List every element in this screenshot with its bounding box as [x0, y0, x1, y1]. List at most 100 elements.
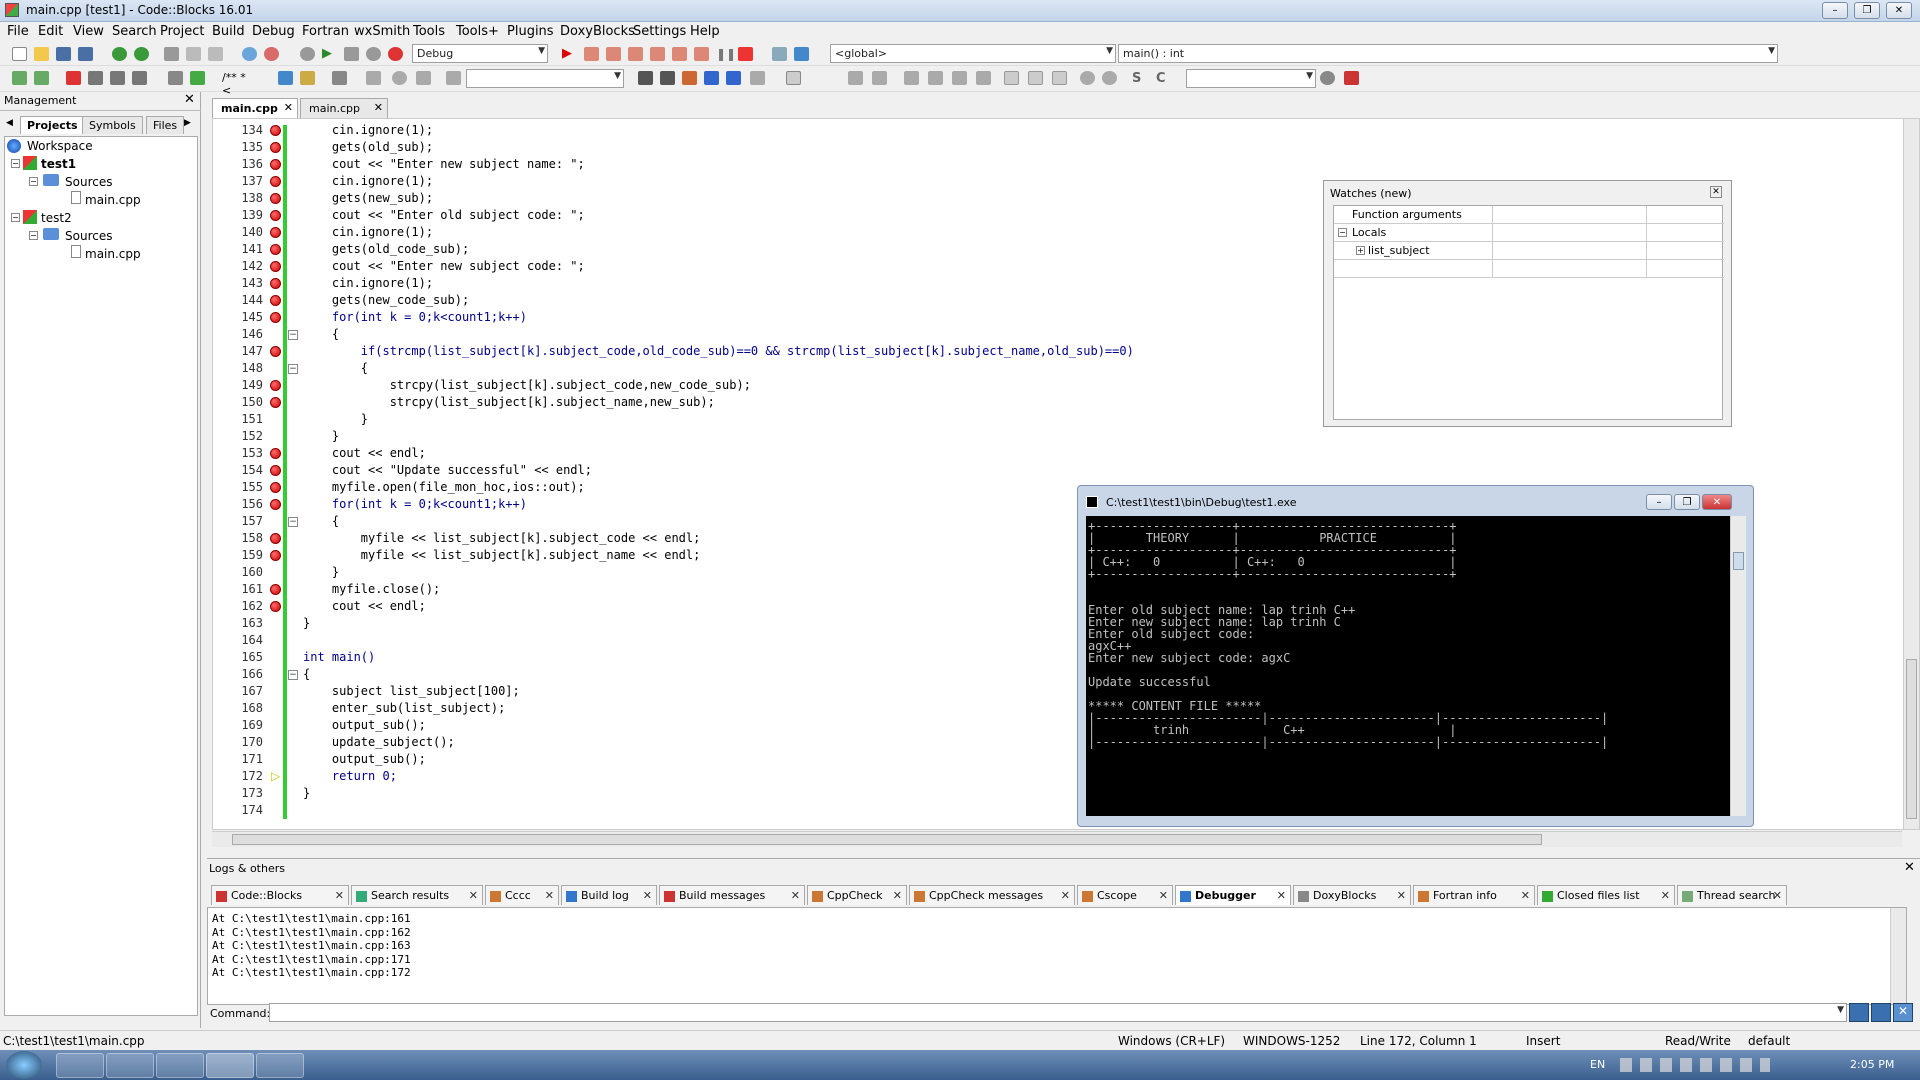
code-line[interactable]: } — [303, 786, 310, 800]
highlight-icon[interactable] — [682, 71, 697, 85]
log-tab[interactable]: DoxyBlocks ✕ — [1293, 885, 1411, 905]
collapse-icon[interactable]: − — [1338, 228, 1347, 237]
nav-last-icon[interactable] — [416, 71, 431, 85]
code-line[interactable]: myfile << list_subject[k].subject_code <… — [303, 531, 701, 545]
log-tab[interactable]: CppCheck messages ✕ — [909, 885, 1075, 905]
nav-dot-icon[interactable] — [392, 71, 407, 85]
close-icon[interactable]: ✕ — [1159, 889, 1168, 902]
code-line[interactable]: } — [303, 565, 339, 579]
scroll-thumb[interactable] — [1906, 659, 1917, 819]
next-instruction-icon[interactable] — [672, 47, 687, 61]
language-indicator[interactable]: EN — [1590, 1058, 1605, 1071]
taskbar-console-icon[interactable] — [256, 1053, 304, 1078]
code-line[interactable]: myfile << list_subject[k].subject_name <… — [303, 548, 701, 562]
layout-icon-3[interactable] — [904, 71, 919, 85]
replace-icon[interactable] — [264, 47, 279, 61]
code-line[interactable]: cin.ignore(1); — [303, 225, 433, 239]
code-line[interactable]: cout << "Enter new subject code: "; — [303, 259, 585, 273]
close-icon[interactable]: ✕ — [893, 889, 902, 902]
pause-icon[interactable]: ❚❚ — [716, 47, 736, 61]
close-icon[interactable]: ✕ — [284, 101, 293, 114]
filter-icon[interactable] — [446, 71, 461, 85]
breakpoint-icon[interactable] — [270, 312, 281, 323]
build-target-select[interactable]: Debug ▼ — [412, 44, 548, 63]
tree-project-test2[interactable]: test2 — [41, 211, 72, 225]
collapse-icon[interactable]: − — [29, 231, 38, 240]
code-line[interactable]: gets(new_code_sub); — [303, 293, 469, 307]
menu-help[interactable]: Help — [690, 24, 720, 39]
menu-edit[interactable]: Edit — [38, 24, 63, 39]
rebuild-icon[interactable] — [366, 47, 381, 61]
breakpoint-icon[interactable] — [270, 295, 281, 306]
layout-icon-6[interactable] — [976, 71, 991, 85]
breakpoint-icon[interactable] — [270, 193, 281, 204]
collapse-icon[interactable]: − — [11, 159, 20, 168]
log-tab[interactable]: CppCheck ✕ — [807, 885, 907, 905]
code-line[interactable]: update_subject(); — [303, 735, 455, 749]
clock[interactable]: 2:05 PM — [1850, 1058, 1894, 1071]
load-script-icon[interactable] — [1871, 1003, 1891, 1022]
tree-main-cpp-test1[interactable]: main.cpp — [85, 193, 141, 207]
code-line[interactable]: myfile.close(); — [303, 582, 440, 596]
prev-bookmark-icon[interactable] — [88, 71, 103, 85]
expand-icon[interactable]: + — [1356, 246, 1365, 255]
code-line[interactable]: } — [303, 412, 368, 426]
fold-icon[interactable]: − — [288, 364, 298, 374]
step-into-instruction-icon[interactable] — [694, 47, 709, 61]
close-icon[interactable]: ✕ — [1904, 860, 1915, 875]
search-icon[interactable] — [1320, 71, 1335, 85]
menu-doxyblocks[interactable]: DoxyBlocks — [560, 24, 635, 39]
code-line[interactable]: cout << "Enter new subject name: "; — [303, 157, 585, 171]
code-line[interactable]: enter_sub(list_subject); — [303, 701, 505, 715]
zoom-out-icon[interactable] — [1102, 71, 1117, 85]
debug-info-icon[interactable] — [794, 47, 809, 61]
menu-search[interactable]: Search — [112, 24, 157, 39]
code-line[interactable]: output_sub(); — [303, 752, 426, 766]
symbol-combo[interactable]: ▼ — [1186, 69, 1316, 88]
close-icon[interactable]: ✕ — [1521, 889, 1530, 902]
build-run-icon[interactable] — [344, 47, 359, 61]
breakpoint-icon[interactable] — [270, 261, 281, 272]
code-line[interactable]: int main() — [303, 650, 375, 664]
close-icon[interactable]: ✕ — [184, 92, 195, 107]
copy-icon[interactable] — [186, 47, 201, 61]
stop-icon[interactable] — [738, 47, 753, 61]
code-line[interactable]: cin.ignore(1); — [303, 276, 433, 290]
build-gear-icon[interactable] — [300, 47, 315, 61]
tab-projects[interactable]: Projects — [20, 116, 85, 134]
step-out-icon[interactable] — [650, 47, 665, 61]
collapse-icon[interactable]: − — [29, 177, 38, 186]
new-file-icon[interactable] — [12, 47, 27, 61]
maximize-button[interactable]: ❐ — [1854, 2, 1880, 19]
debug-continue-icon[interactable]: ▶ — [562, 47, 577, 61]
close-icon[interactable]: ✕ — [1277, 889, 1286, 902]
close-icon[interactable]: ✕ — [335, 889, 344, 902]
log-tab[interactable]: Thread search ✕ — [1677, 885, 1787, 905]
font-icon[interactable] — [726, 71, 741, 85]
code-line[interactable]: cout << endl; — [303, 599, 426, 613]
tray-icons[interactable] — [1620, 1058, 1770, 1072]
menu-view[interactable]: View — [73, 24, 104, 39]
taskbar-ie-icon[interactable] — [56, 1053, 104, 1078]
frame-icon[interactable] — [786, 71, 801, 85]
code-line[interactable]: subject list_subject[100]; — [303, 684, 520, 698]
code-line[interactable]: { — [303, 361, 368, 375]
minimize-button[interactable]: – — [1822, 2, 1848, 19]
code-line[interactable]: } — [303, 616, 310, 630]
log-scrollbar[interactable] — [1890, 908, 1906, 1004]
tab-scroll-left-icon[interactable]: ◀ — [6, 118, 13, 128]
clear-bookmarks-icon[interactable] — [132, 71, 147, 85]
close-icon[interactable]: ✕ — [1397, 889, 1406, 902]
paste-icon[interactable] — [208, 47, 223, 61]
save-icon[interactable] — [56, 47, 71, 61]
close-icon[interactable]: ✕ — [1710, 186, 1722, 198]
comment-block-icon[interactable]: /** *< — [222, 71, 254, 97]
code-line[interactable]: cin.ignore(1); — [303, 174, 433, 188]
close-icon[interactable]: ✕ — [1061, 889, 1070, 902]
watch-row[interactable]: Function arguments — [1334, 206, 1724, 224]
menu-project[interactable]: Project — [160, 24, 204, 39]
symbol-s-icon[interactable]: S — [1132, 71, 1147, 86]
tree-sources-test2[interactable]: Sources — [65, 229, 112, 243]
code-line[interactable]: return 0; — [303, 769, 397, 783]
breakpoint-icon[interactable] — [270, 176, 281, 187]
